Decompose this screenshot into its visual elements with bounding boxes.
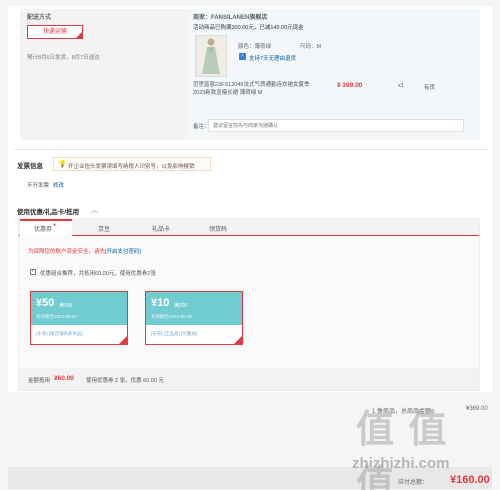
product-color: 颜色：薄荷绿 <box>238 44 272 50</box>
selected-corner-icon <box>234 336 242 344</box>
selected-corner-icon <box>119 336 127 344</box>
chevron-up-icon[interactable]: ︿ <box>91 205 98 215</box>
product-qty: x1 <box>398 83 404 89</box>
note-input[interactable] <box>208 119 464 132</box>
tab-dot-icon: ● <box>53 222 57 228</box>
invoice-notice: 开企业抬头发票须填写纳税人识别号，以免影响报销 <box>68 164 195 170</box>
shop-merchant: 商家：FANSILANEN旗舰店 <box>193 15 268 21</box>
summary-amount: ¥60.00 <box>54 375 74 382</box>
tab-pickup-code[interactable]: 领货码 <box>209 224 227 233</box>
dress-icon <box>202 38 220 74</box>
combo-checkbox[interactable]: ✓ <box>30 268 36 275</box>
selected-corner-icon <box>76 32 82 38</box>
coupon-condition: 满200 <box>174 303 188 309</box>
delivery-estimate: 预计8月6日发货，8月7日送达 <box>27 55 100 61</box>
enable-password-link[interactable]: [开启支付密码] <box>105 249 141 255</box>
coupon-card-top: ¥50 满300 有效期至2023-08-07 <box>31 292 127 325</box>
invoice-notice-box: 💡 开企业抬头发票须填写纳税人识别号，以免影响报销 <box>53 157 211 171</box>
delivery-heading: 配送方式 <box>27 15 52 21</box>
return-badge-icon: ✓ <box>239 53 246 60</box>
coupon-amount: ¥50 <box>36 297 55 309</box>
return-policy-link[interactable]: 支持7天无理由退货 <box>249 54 296 62</box>
invoice-status: 不开发票 <box>27 183 50 189</box>
coupon-tags: [东券] [全品类] [可叠加] <box>151 331 198 336</box>
product-price: ¥ 369.00 <box>337 82 363 89</box>
product-size: 尺码：M <box>300 44 322 50</box>
coupons-heading[interactable]: 使用优惠/礼品卡/抵用 <box>17 206 79 216</box>
divider <box>14 149 488 150</box>
coupon-tags: [东券] [限店铺商家商品] <box>36 331 83 336</box>
watermark-logo: 值 值 值 <box>356 409 449 490</box>
tab-giftcard[interactable]: 礼品卡 <box>152 224 170 233</box>
invoice-edit-link[interactable]: 修改 <box>53 181 64 189</box>
security-warning: 为保障您的账户资金安全，请先[开启支付密码] <box>28 247 141 255</box>
product-image[interactable] <box>195 35 227 77</box>
bulb-icon: 💡 <box>58 161 67 168</box>
delivery-option-express[interactable]: 快递运输 <box>27 25 83 39</box>
product-stock: 有货 <box>424 85 436 91</box>
coupon-card[interactable]: ¥50 满300 有效期至2023-08-07 [东券] [限店铺商家商品] <box>30 291 128 345</box>
product-title[interactable]: 范思蓝恩23FS12049法式气质通勤连衣裙女夏季2023新款显瘦长裙 薄荷绿 … <box>193 81 313 97</box>
coupon-card[interactable]: ¥10 满200 有效期至2023-08-05 [东券] [全品类] [可叠加] <box>145 291 243 345</box>
watermark-site: zhizhizhi.com <box>352 455 450 472</box>
summary-label: 金额抵用 <box>28 378 51 384</box>
delivery-option-label: 快递运输 <box>42 29 67 35</box>
coupon-amount: ¥10 <box>151 297 170 309</box>
combo-text: 优惠组合推荐，共抵用60.00元，使用优惠券2张 <box>40 271 156 277</box>
coupon-date: 有效期至2023-08-07 <box>36 314 78 319</box>
tab-coupons[interactable]: 优惠券 <box>34 224 52 233</box>
warning-text: 为保障您的账户资金安全，请先 <box>28 249 106 255</box>
summary-detail: 使用优惠券 2 张，优惠 60.00 元 <box>86 378 164 384</box>
shop-promo: 活动商品已购满300.00元，已减149.00元现金 <box>193 25 304 31</box>
check-icon: ✓ <box>31 268 36 274</box>
coupon-card-top: ¥10 满200 有效期至2023-08-05 <box>146 292 242 325</box>
coupon-date: 有效期至2023-08-05 <box>151 314 193 319</box>
coupon-condition: 满300 <box>59 303 73 309</box>
invoice-heading: 发票信息 <box>17 163 43 170</box>
tab-bar <box>19 219 479 236</box>
tab-beans[interactable]: 京豆 <box>98 224 110 233</box>
